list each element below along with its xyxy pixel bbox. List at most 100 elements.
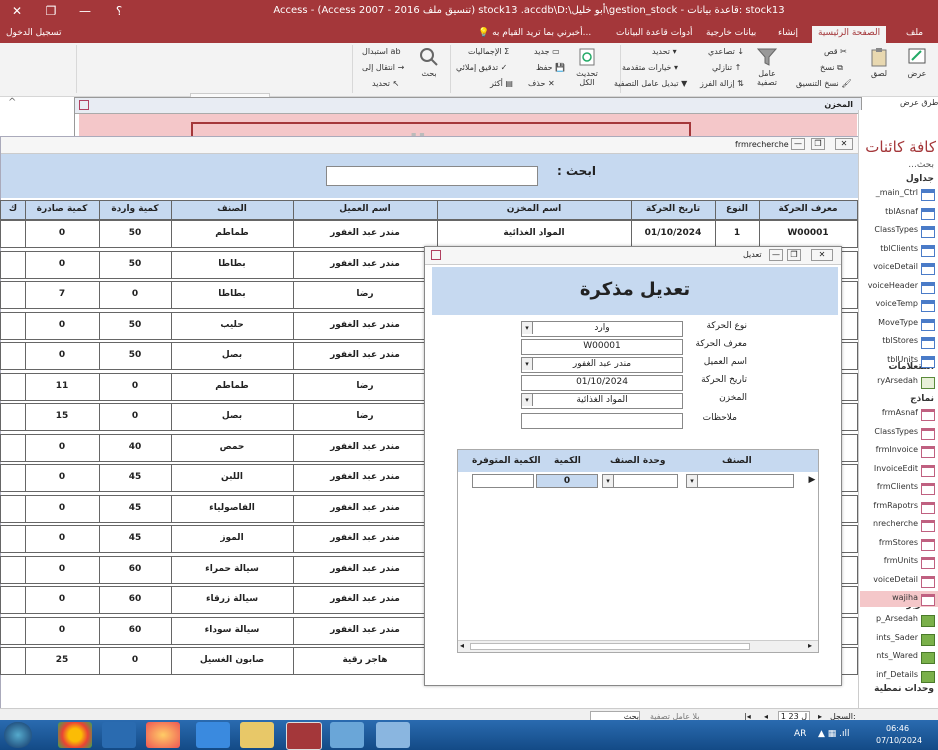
sub-available-field[interactable] xyxy=(472,474,534,488)
totals-button[interactable]: Σ الإجماليات xyxy=(468,47,509,56)
cell-item[interactable]: صابون الغسيل xyxy=(170,647,294,675)
nav-item-forms[interactable]: frmAsnaf xyxy=(860,406,938,422)
cell-item[interactable]: بطاطا xyxy=(170,250,294,279)
cell-item[interactable]: الفاصولياء xyxy=(170,494,294,523)
cell-qty-out[interactable]: 15 xyxy=(24,403,100,431)
replace-button[interactable]: ab استبدال xyxy=(362,47,401,56)
cell-qty-in[interactable]: 60 xyxy=(98,616,172,645)
cell-qty-out[interactable]: 0 xyxy=(24,555,100,584)
nav-item-forms[interactable]: frmStores xyxy=(860,536,938,552)
toggle-filter-button[interactable]: ▼ تبديل عامل التصفية xyxy=(614,79,687,88)
dropdown-arrow-icon[interactable]: ▾ xyxy=(522,394,533,406)
nav-item-forms[interactable]: frmRapotrs xyxy=(860,499,938,515)
cell-item[interactable]: سيالة سوداء xyxy=(170,616,294,645)
nav-item-tables[interactable]: _main_Ctrl xyxy=(860,186,938,202)
sub-qty-field[interactable]: 0 xyxy=(536,474,598,488)
tab-file[interactable]: ملف xyxy=(900,26,929,43)
nav-item-tables[interactable]: tblClients xyxy=(860,242,938,258)
cell-move-id[interactable]: W00001 xyxy=(758,220,858,248)
start-button[interactable] xyxy=(4,722,32,748)
find-button[interactable]: بحث xyxy=(414,47,444,78)
filter-button[interactable]: عامل تصفية xyxy=(752,47,782,87)
cell-item[interactable]: سيالة زرقاء xyxy=(170,586,294,614)
selection-button[interactable]: ▾ تحديد xyxy=(652,47,677,56)
cell-client[interactable]: هاجر رقية xyxy=(292,647,438,675)
cell-item[interactable]: طماطم xyxy=(170,372,294,401)
cell-qty-in[interactable]: 60 xyxy=(98,555,172,584)
cell-extra[interactable] xyxy=(0,586,26,614)
nav-item-tables[interactable]: voiceHeader xyxy=(860,279,938,295)
firefox-icon[interactable] xyxy=(146,722,180,748)
nav-item-reports[interactable]: inf_Details xyxy=(860,668,938,684)
cell-qty-in[interactable]: 40 xyxy=(98,433,172,462)
cell-client[interactable]: مندر عبد الغفور xyxy=(292,586,438,614)
app-icon[interactable] xyxy=(376,722,410,748)
cell-qty-out[interactable]: 0 xyxy=(24,464,100,492)
date-field[interactable]: 01/10/2024 xyxy=(521,375,683,391)
cell-item[interactable]: بصل xyxy=(170,403,294,431)
cell-qty-out[interactable]: 0 xyxy=(24,220,100,248)
nav-item-tables[interactable]: MoveType xyxy=(860,316,938,332)
cell-client[interactable]: مندر عبد الغفور xyxy=(292,616,438,645)
cell-extra[interactable] xyxy=(0,281,26,309)
views-button[interactable]: عرض xyxy=(902,47,932,78)
cell-qty-out[interactable]: 11 xyxy=(24,372,100,401)
cell-qty-in[interactable]: 0 xyxy=(98,372,172,401)
cut-button[interactable]: ✂ قص xyxy=(824,47,847,56)
tab-create[interactable]: إنشاء xyxy=(772,26,804,43)
cell-client[interactable]: مندر عبد الغفور xyxy=(292,250,438,279)
cell-extra[interactable] xyxy=(0,220,26,248)
move-type-dropdown[interactable]: ▾ وارد xyxy=(521,321,683,337)
subform-scrollbar[interactable]: ◂ ▸ xyxy=(458,640,818,652)
minimize-form-button[interactable]: — xyxy=(791,138,805,150)
cell-client[interactable]: مندر عبد الغفور xyxy=(292,525,438,553)
media-player-icon[interactable] xyxy=(102,722,136,748)
more-button[interactable]: ▤ أكثر xyxy=(490,79,513,88)
cell-client[interactable]: رضا xyxy=(292,403,438,431)
cell-qty-in[interactable]: 50 xyxy=(98,342,172,370)
cell-item[interactable]: طماطم xyxy=(170,220,294,248)
cell-qty-in[interactable]: 45 xyxy=(98,525,172,553)
sub-item-dropdown[interactable]: ▾ xyxy=(686,474,794,488)
explorer-icon[interactable] xyxy=(240,722,274,748)
dropdown-arrow-icon[interactable]: ▾ xyxy=(687,475,698,487)
nav-item-reports[interactable]: ints_Sader xyxy=(860,631,938,647)
nav-title[interactable]: كافة كائنات xyxy=(865,138,936,156)
cell-extra[interactable] xyxy=(0,433,26,462)
move-id-field[interactable]: W00001 xyxy=(521,339,683,355)
dialog-restore-button[interactable]: ❐ xyxy=(787,249,801,261)
cell-extra[interactable] xyxy=(0,555,26,584)
cell-qty-in[interactable]: 45 xyxy=(98,494,172,523)
cell-extra[interactable] xyxy=(0,250,26,279)
cell-qty-in[interactable]: 45 xyxy=(98,464,172,492)
scroll-thumb[interactable] xyxy=(470,643,750,650)
sort-ascending-button[interactable]: ↓ تصاعدي xyxy=(708,47,744,56)
collapse-ribbon-icon[interactable]: ^ xyxy=(8,97,16,108)
goto-button[interactable]: → انتقال إلى xyxy=(362,63,404,72)
cell-client[interactable]: مندر عبد الغفور xyxy=(292,494,438,523)
cell-client[interactable]: مندر عبد الغفور xyxy=(292,555,438,584)
dialog-minimize-button[interactable]: — xyxy=(769,249,783,261)
cell-qty-out[interactable]: 0 xyxy=(24,586,100,614)
nav-item-tables[interactable]: voiceDetail xyxy=(860,260,938,276)
nav-item-forms[interactable]: voiceDetail xyxy=(860,573,938,589)
delete-record-button[interactable]: ✕ حذف xyxy=(528,79,555,88)
nav-item-forms[interactable]: nrecherche xyxy=(860,517,938,533)
ie-icon[interactable] xyxy=(196,722,230,748)
tab-home[interactable]: الصفحة الرئيسية xyxy=(812,26,887,43)
cell-extra[interactable] xyxy=(0,464,26,492)
nav-section-modules[interactable]: وحدات نمطية xyxy=(874,684,934,694)
nav-item-forms[interactable]: InvoiceEdit xyxy=(860,462,938,478)
nav-item-forms[interactable]: wajiha xyxy=(860,591,938,607)
cell-qty-in[interactable]: 60 xyxy=(98,586,172,614)
cell-qty-in[interactable]: 0 xyxy=(98,281,172,309)
nav-item-tables[interactable]: ClassTypes xyxy=(860,223,938,239)
cell-extra[interactable] xyxy=(0,494,26,523)
cell-extra[interactable] xyxy=(0,525,26,553)
cell-qty-out[interactable]: 0 xyxy=(24,616,100,645)
chrome-icon[interactable] xyxy=(58,722,92,748)
cell-item[interactable]: حمص xyxy=(170,433,294,462)
nav-section-tables[interactable]: جداول xyxy=(906,174,934,184)
advanced-button[interactable]: ▾ خيارات متقدمة xyxy=(622,63,678,72)
cell-qty-in[interactable]: 50 xyxy=(98,220,172,248)
